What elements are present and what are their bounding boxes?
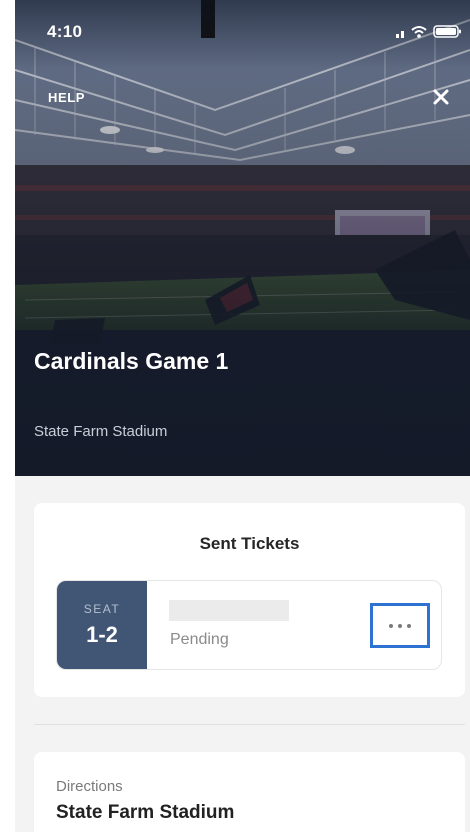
- close-button[interactable]: [428, 84, 454, 110]
- status-bar: 4:10: [15, 0, 470, 60]
- directions-card[interactable]: Directions State Farm Stadium: [34, 752, 465, 832]
- sent-tickets-title: Sent Tickets: [199, 534, 300, 553]
- seat-label: SEAT: [83, 602, 121, 616]
- event-hero: 4:10 HELP Cardinals Game 1 State Farm St…: [15, 0, 470, 476]
- ticket-details-screen: 4:10 HELP Cardinals Game 1 State Farm St…: [15, 0, 470, 832]
- signal-icon: [396, 31, 404, 38]
- ticket-row[interactable]: SEAT 1-2 Pending: [56, 580, 442, 670]
- stadium-photo: [15, 0, 470, 476]
- event-title: Cardinals Game 1: [34, 348, 229, 374]
- help-link[interactable]: HELP: [48, 90, 85, 105]
- more-options-button[interactable]: [370, 603, 430, 648]
- directions-venue: State Farm Stadium: [56, 802, 235, 823]
- seat-badge: SEAT 1-2: [57, 581, 147, 669]
- more-horizontal-icon: [389, 624, 411, 628]
- seat-number: 1-2: [86, 622, 118, 647]
- status-icons: [396, 25, 461, 38]
- battery-icon: [433, 25, 461, 38]
- sent-tickets-card: Sent Tickets SEAT 1-2 Pending: [34, 503, 465, 697]
- venue-name: State Farm Stadium: [34, 423, 168, 440]
- ticket-status: Pending: [170, 631, 229, 648]
- directions-label: Directions: [56, 778, 123, 795]
- status-time: 4:10: [47, 22, 83, 41]
- wifi-icon: [411, 26, 427, 34]
- section-divider: [34, 724, 465, 725]
- recipient-name-placeholder: [169, 600, 289, 621]
- close-icon: [433, 89, 449, 105]
